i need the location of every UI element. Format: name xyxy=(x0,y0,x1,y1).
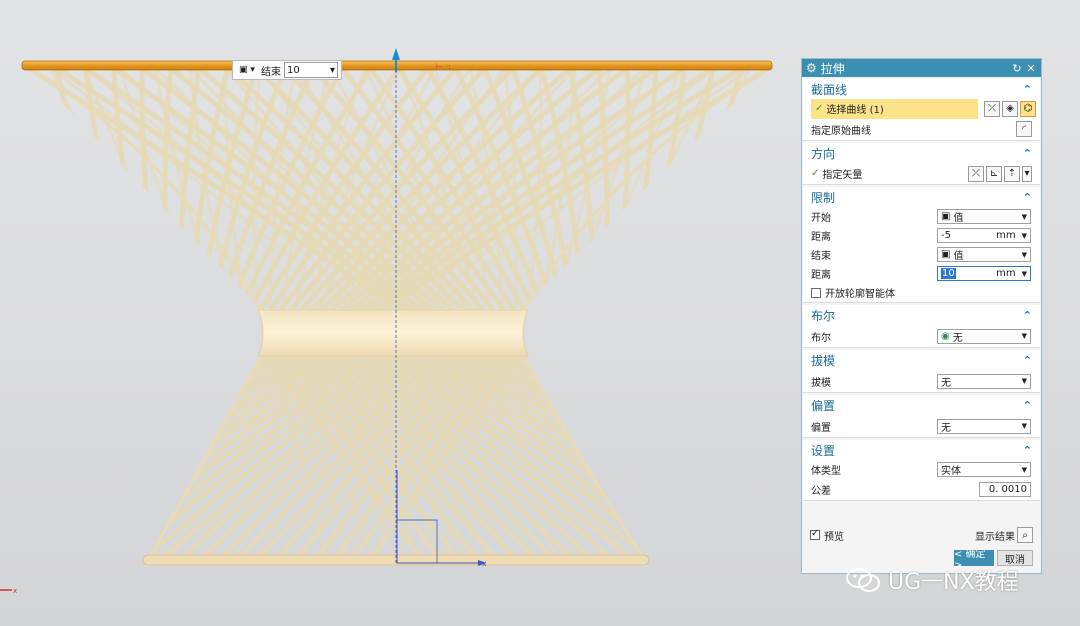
settings-group: 设置 ⌃ 体类型 实体 ▼ 公差 0. 0010 xyxy=(803,440,1040,501)
end-type-value: 值 xyxy=(953,251,964,262)
chevron-down-icon: ▼ xyxy=(1021,250,1027,259)
boolean-header[interactable]: 布尔 ⌃ xyxy=(803,305,1040,325)
tolerance-input[interactable]: 0. 0010 xyxy=(979,482,1031,497)
chevron-down-icon: ▼ xyxy=(1021,269,1027,278)
settings-title: 设置 xyxy=(811,443,836,458)
boolean-none-icon: ◉ xyxy=(941,330,950,342)
open-profile-label: 开放轮廓智能体 xyxy=(825,289,895,300)
value-type-icon: ▣ xyxy=(941,211,951,222)
end-value-select[interactable]: 10 ▾ xyxy=(284,62,338,78)
dialog-title-bar: ⚙ 拉伸 ↻ ✕ xyxy=(802,59,1041,77)
section-curve-title: 截面线 xyxy=(811,82,848,97)
show-result-label: 显示结果 xyxy=(975,531,1015,543)
show-result-icon[interactable]: ⌕ xyxy=(1017,527,1033,543)
handle-marker: ⊢ ·: xyxy=(436,62,451,71)
body-type-value: 实体 xyxy=(941,466,961,477)
chevron-down-icon: ▼ xyxy=(1021,332,1027,340)
gear-icon[interactable]: ⚙ xyxy=(806,61,817,75)
body-type-select[interactable]: 实体 ▼ xyxy=(937,462,1031,477)
collapse-icon[interactable]: ⌃ xyxy=(1023,191,1032,204)
sketch-section-icon[interactable]: ⤫ xyxy=(984,100,1001,117)
collapse-icon[interactable]: ⌃ xyxy=(1023,354,1032,367)
collapse-icon[interactable]: ⌃ xyxy=(1023,83,1032,96)
end-distance-value: 10 xyxy=(941,268,956,279)
origin-triad-icon: x xyxy=(0,587,17,595)
value-type-icon: ▣ xyxy=(941,249,951,260)
start-type-value: 值 xyxy=(953,213,964,224)
section-curve-header[interactable]: 截面线 ⌃ xyxy=(803,79,1040,99)
origin-curve-icon[interactable]: ◜ xyxy=(1016,121,1032,137)
start-distance-value: -5 xyxy=(941,230,951,241)
check-icon: ✓ xyxy=(815,103,824,114)
offset-select[interactable]: 无 ▼ xyxy=(937,418,1031,434)
reset-icon[interactable]: ↻ xyxy=(1011,62,1023,75)
end-value: 10 xyxy=(287,64,300,76)
value-type-icon[interactable]: ▣ ▾ xyxy=(236,63,258,77)
preview-checkbox[interactable] xyxy=(810,528,820,540)
boolean-group: 布尔 ⌃ 布尔 ◉ 无 ▼ xyxy=(803,305,1040,348)
preview-label: 预览 xyxy=(824,531,844,543)
open-profile-checkbox[interactable] xyxy=(811,287,821,298)
offset-header[interactable]: 偏置 ⌃ xyxy=(803,395,1040,415)
collapse-icon[interactable]: ⌃ xyxy=(1023,444,1032,457)
curve-filter-icon[interactable]: ◈ xyxy=(1002,100,1019,117)
check-icon: ✓ xyxy=(811,168,820,179)
boolean-title: 布尔 xyxy=(811,308,836,323)
draft-group: 拔模 ⌃ 拔模 无 ▼ xyxy=(803,350,1040,393)
direction-title: 方向 xyxy=(811,146,836,161)
specify-origin-label: 指定原始曲线 xyxy=(811,125,871,137)
section-curve-group: 截面线 ⌃ ✓ 选择曲线 (1) ⤫ ◈ ⌬ 指定原始曲线 ◜ xyxy=(803,79,1040,141)
offset-value: 无 xyxy=(941,422,951,434)
start-distance-input[interactable]: -5 mm ▼ xyxy=(937,228,1031,243)
end-distance-input[interactable]: 10 mm ▼ xyxy=(937,266,1031,281)
reverse-direction-icon[interactable]: ⤫ xyxy=(968,165,984,182)
watermark: UG一NX教程 xyxy=(846,564,1019,596)
limits-header[interactable]: 限制 ⌃ xyxy=(803,187,1040,207)
vector-dialog-icon[interactable]: ⊾ xyxy=(986,165,1002,182)
chevron-down-icon: ▼ xyxy=(1021,212,1027,221)
chevron-down-icon: ▼ xyxy=(1021,377,1027,385)
offset-title: 偏置 xyxy=(811,398,836,413)
draft-header[interactable]: 拔模 ⌃ xyxy=(803,350,1040,370)
collapse-icon[interactable]: ⌃ xyxy=(1023,309,1032,322)
limits-group: 限制 ⌃ 开始 ▣ 值 ▼ 距离 -5 mm ▼ 结束 ▣ 值 ▼ 距离 10 … xyxy=(803,187,1040,303)
svg-text:x: x xyxy=(13,587,17,595)
select-curve-icon[interactable]: ⌬ xyxy=(1020,100,1037,117)
direction-header[interactable]: 方向 ⌃ xyxy=(803,143,1040,163)
limits-title: 限制 xyxy=(811,190,836,205)
draft-value: 无 xyxy=(941,377,951,389)
vector-type-icon[interactable]: ⇡ xyxy=(1004,165,1020,182)
chevron-down-icon: ▼ xyxy=(1021,422,1027,430)
boolean-select[interactable]: ◉ 无 ▼ xyxy=(937,328,1031,344)
chevron-down-icon: ▼ xyxy=(1021,465,1027,474)
unit-label: mm xyxy=(996,230,1016,241)
extrude-dialog: ⚙ 拉伸 ↻ ✕ 截面线 ⌃ ✓ 选择曲线 (1) ⤫ ◈ ⌬ 指定原始曲线 ◜… xyxy=(801,58,1042,574)
wechat-logo-icon xyxy=(846,568,880,592)
dialog-title: 拉伸 xyxy=(820,61,845,76)
boolean-value: 无 xyxy=(952,332,963,344)
svg-text:x: x xyxy=(482,559,487,568)
end-type-select[interactable]: ▣ 值 ▼ xyxy=(937,247,1031,262)
draft-select[interactable]: 无 ▼ xyxy=(937,373,1031,389)
draft-title: 拔模 xyxy=(811,353,836,368)
collapse-icon[interactable]: ⌃ xyxy=(1023,147,1032,160)
watermark-text: UG一NX教程 xyxy=(888,570,1019,595)
chevron-down-icon[interactable]: ▾ xyxy=(1022,165,1032,182)
direction-group: 方向 ⌃ ✓ 指定矢量 ⤫ ⊾ ⇡ ▾ xyxy=(803,143,1040,185)
end-label: 结束 xyxy=(261,66,281,78)
specify-vector-label: 指定矢量 xyxy=(822,170,863,181)
collapse-icon[interactable]: ⌃ xyxy=(1023,399,1032,412)
settings-header[interactable]: 设置 ⌃ xyxy=(803,440,1040,460)
chevron-down-icon: ▾ xyxy=(329,64,335,76)
select-curve-row[interactable]: ✓ 选择曲线 (1) xyxy=(811,98,979,119)
chevron-down-icon: ▼ xyxy=(1021,231,1027,240)
start-type-select[interactable]: ▣ 值 ▼ xyxy=(937,209,1031,224)
dialog-footer: 预览 显示结果 ⌕ < 确定 > 取消 xyxy=(802,525,1041,571)
floating-limit-toolbar: ▣ ▾ 结束 10 ▾ xyxy=(232,60,342,80)
waist-band xyxy=(257,309,529,357)
offset-group: 偏置 ⌃ 偏置 无 ▼ xyxy=(803,395,1040,438)
close-icon[interactable]: ✕ xyxy=(1025,62,1037,75)
select-curve-label: 选择曲线 (1) xyxy=(826,105,884,116)
unit-label: mm xyxy=(996,268,1016,279)
